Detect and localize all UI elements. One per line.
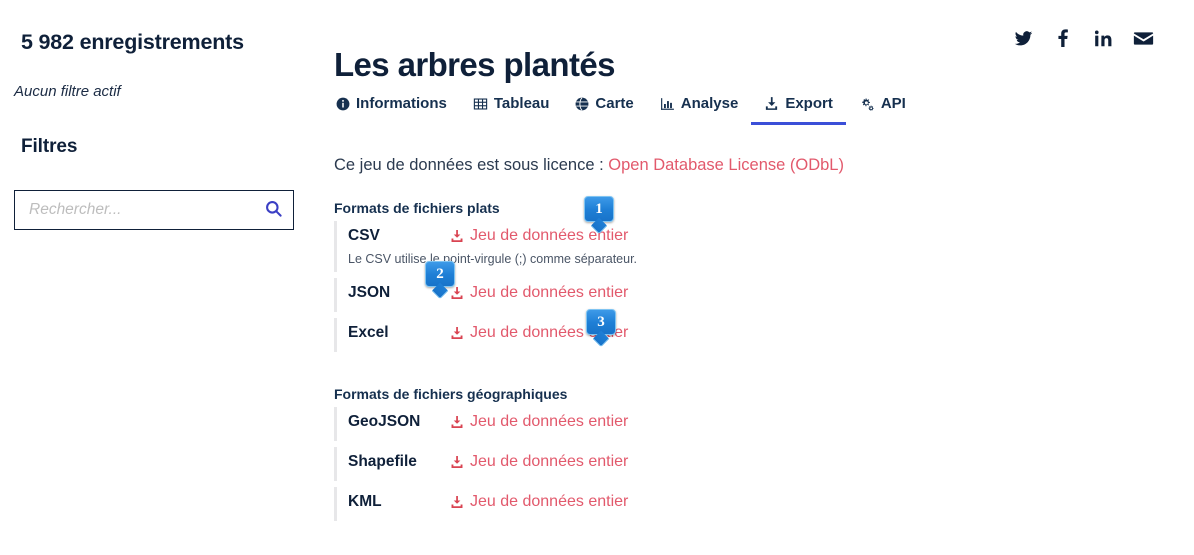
download-link-label: Jeu de données entier [470, 413, 629, 430]
search-submit-button[interactable] [253, 191, 293, 229]
facebook-icon [1054, 29, 1073, 53]
tab-api-label: API [880, 95, 906, 112]
download-icon [450, 229, 464, 243]
tab-tableau-label: Tableau [493, 95, 550, 112]
download-json-full-link[interactable]: Jeu de données entier [450, 284, 628, 302]
download-geojson-full-link[interactable]: Jeu de données entier [450, 413, 628, 431]
tab-export-label: Export [785, 95, 833, 112]
download-shapefile-full-link[interactable]: Jeu de données entier [450, 453, 628, 471]
license-link[interactable]: Open Database License (ODbL) [608, 156, 844, 174]
filter-status: Aucun filtre actif [14, 83, 121, 100]
download-link-label: Jeu de données entier [470, 284, 629, 301]
table-row: GeoJSON Jeu de données entier [334, 407, 894, 441]
callout-marker-1[interactable]: 1 [584, 196, 614, 235]
table-row: KML Jeu de données entier [334, 487, 894, 521]
table-row: Shapefile Jeu de données entier [334, 447, 894, 481]
table-icon [473, 97, 488, 111]
callout-marker-2[interactable]: 2 [425, 261, 455, 300]
tab-informations[interactable]: Informations [334, 92, 460, 125]
filters-heading: Filtres [21, 136, 78, 157]
table-row: JSON Jeu de données entier [334, 278, 894, 312]
linkedin-icon [1094, 29, 1113, 53]
download-icon [450, 495, 464, 509]
license-line: Ce jeu de données est sous licence : Ope… [334, 156, 844, 175]
geo-formats-heading: Formats de fichiers géographiques [334, 386, 568, 402]
table-row: CSV Jeu de données entier Le CSV utilise… [334, 221, 894, 272]
record-count: 5 982 enregistrements [21, 30, 244, 54]
search-input[interactable] [15, 201, 253, 219]
download-kml-full-link[interactable]: Jeu de données entier [450, 493, 628, 511]
callout-marker-3[interactable]: 3 [586, 309, 616, 348]
social-share-bar [1012, 29, 1154, 53]
download-link-label: Jeu de données entier [470, 453, 629, 470]
info-circle-icon [336, 97, 350, 111]
share-twitter-link[interactable] [1012, 30, 1034, 52]
flat-formats-heading: Formats de fichiers plats [334, 200, 500, 216]
gears-icon [859, 97, 875, 111]
format-name: KML [348, 493, 382, 510]
filter-search-box[interactable] [14, 190, 294, 230]
download-icon [450, 415, 464, 429]
tab-carte-label: Carte [595, 95, 634, 112]
search-icon [264, 199, 283, 221]
format-name: Excel [348, 324, 389, 341]
download-icon [450, 455, 464, 469]
format-name: GeoJSON [348, 413, 421, 430]
page-title: Les arbres plantés [334, 46, 615, 84]
dataset-tabs: Informations Tableau Carte Analyse Expor… [334, 92, 919, 125]
bar-chart-icon [660, 97, 675, 111]
download-link-label: Jeu de données entier [470, 493, 629, 510]
geo-formats-list: GeoJSON Jeu de données entier Shapefile … [334, 407, 894, 521]
globe-icon [575, 97, 589, 111]
twitter-icon [1014, 29, 1033, 53]
tab-tableau[interactable]: Tableau [460, 92, 563, 125]
tab-carte[interactable]: Carte [562, 92, 646, 125]
tab-analyse-label: Analyse [680, 95, 739, 112]
tab-informations-label: Informations [356, 95, 447, 112]
license-prefix: Ce jeu de données est sous licence : [334, 156, 604, 174]
format-name: Shapefile [348, 453, 417, 470]
export-page: 5 982 enregistrements Aucun filtre actif… [0, 0, 1194, 555]
tab-api[interactable]: API [846, 92, 919, 125]
sidebar: 5 982 enregistrements Aucun filtre actif… [0, 0, 320, 555]
email-icon [1133, 28, 1154, 54]
share-facebook-link[interactable] [1052, 29, 1074, 53]
share-email-link[interactable] [1132, 30, 1154, 52]
tab-export[interactable]: Export [751, 92, 846, 125]
download-icon [764, 96, 779, 111]
download-icon [450, 326, 464, 340]
tab-analyse[interactable]: Analyse [647, 92, 752, 125]
share-linkedin-link[interactable] [1092, 30, 1114, 52]
format-name: CSV [348, 227, 380, 244]
